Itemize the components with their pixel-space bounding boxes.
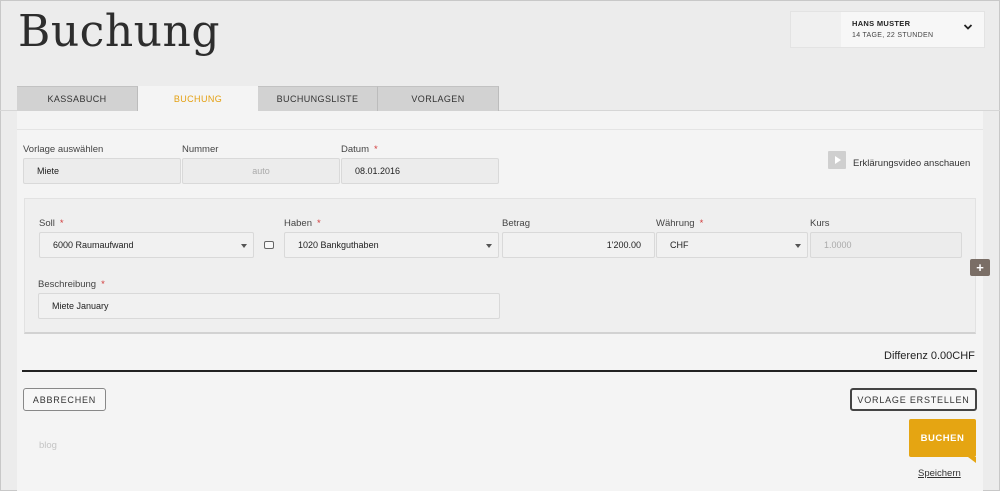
- waehrung-select[interactable]: CHF: [656, 232, 808, 258]
- beschreibung-label: Beschreibung *: [38, 279, 105, 290]
- haben-value: 1020 Bankguthaben: [298, 240, 379, 250]
- betrag-label: Betrag: [502, 218, 530, 229]
- dropdown-caret-icon: [486, 244, 492, 248]
- kurs-label: Kurs: [810, 218, 830, 229]
- link-accounts-icon[interactable]: [264, 241, 274, 249]
- nummer-field[interactable]: auto: [182, 158, 340, 184]
- save-link[interactable]: Speichern: [918, 468, 961, 479]
- avatar: [791, 12, 841, 47]
- summary-divider: [22, 370, 977, 372]
- dropdown-caret-icon: [795, 244, 801, 248]
- tab-kassabuch[interactable]: KASSABUCH: [17, 86, 138, 111]
- chevron-down-icon[interactable]: [963, 22, 973, 32]
- required-marker: *: [59, 218, 64, 229]
- soll-value: 6000 Raumaufwand: [53, 240, 134, 250]
- nummer-label: Nummer: [182, 144, 219, 155]
- trial-time-left: 14 TAGE, 22 STUNDEN: [852, 32, 934, 39]
- tab-buchungsliste[interactable]: BUCHUNGSLISTE: [258, 86, 378, 111]
- create-template-button[interactable]: VORLAGE ERSTELLEN: [850, 388, 977, 411]
- tab-buchung[interactable]: BUCHUNG: [138, 86, 258, 111]
- datum-value: 08.01.2016: [355, 166, 401, 176]
- datum-field[interactable]: 08.01.2016: [341, 158, 499, 184]
- video-link-label: Erklärungsvideo anschauen: [853, 157, 971, 169]
- tab-vorlagen[interactable]: VORLAGEN: [378, 86, 499, 111]
- waehrung-value: CHF: [670, 240, 689, 250]
- haben-label: Haben *: [284, 218, 321, 229]
- vorlage-select[interactable]: Miete: [23, 158, 181, 184]
- page-title: Buchung: [18, 6, 220, 57]
- nummer-placeholder: auto: [252, 166, 270, 176]
- blog-link[interactable]: blog: [39, 440, 57, 451]
- kurs-field[interactable]: 1.0000: [810, 232, 962, 258]
- soll-select[interactable]: 6000 Raumaufwand: [39, 232, 254, 258]
- user-name: HANS MUSTER: [852, 19, 911, 28]
- vorlage-label: Vorlage auswählen: [23, 144, 104, 155]
- betrag-value: 1'200.00: [606, 240, 641, 250]
- required-marker: *: [101, 279, 105, 290]
- kurs-placeholder: 1.0000: [824, 240, 852, 250]
- play-icon: [828, 151, 846, 169]
- waehrung-label: Währung *: [656, 218, 704, 229]
- tab-bar: KASSABUCH BUCHUNG BUCHUNGSLISTE VORLAGEN: [17, 86, 499, 111]
- soll-label: Soll *: [39, 218, 64, 229]
- difference-total: Differenz 0.00CHF: [884, 350, 975, 362]
- cancel-button[interactable]: ABBRECHEN: [23, 388, 106, 411]
- beschreibung-field[interactable]: Miete January: [38, 293, 500, 319]
- haben-select[interactable]: 1020 Bankguthaben: [284, 232, 499, 258]
- required-marker: *: [317, 218, 321, 229]
- required-marker: *: [373, 144, 378, 155]
- betrag-field[interactable]: 1'200.00: [502, 232, 655, 258]
- explainer-video-link[interactable]: Erklärungsvideo anschauen: [828, 151, 970, 169]
- required-marker: *: [699, 218, 704, 229]
- beschreibung-value: Miete January: [52, 301, 109, 311]
- vorlage-value: Miete: [37, 166, 60, 176]
- user-menu[interactable]: HANS MUSTER 14 TAGE, 22 STUNDEN: [790, 11, 985, 48]
- dropdown-caret-icon: [241, 244, 247, 248]
- add-line-button[interactable]: +: [970, 259, 990, 276]
- book-button[interactable]: BUCHEN: [909, 419, 976, 463]
- datum-label: Datum *: [341, 144, 378, 155]
